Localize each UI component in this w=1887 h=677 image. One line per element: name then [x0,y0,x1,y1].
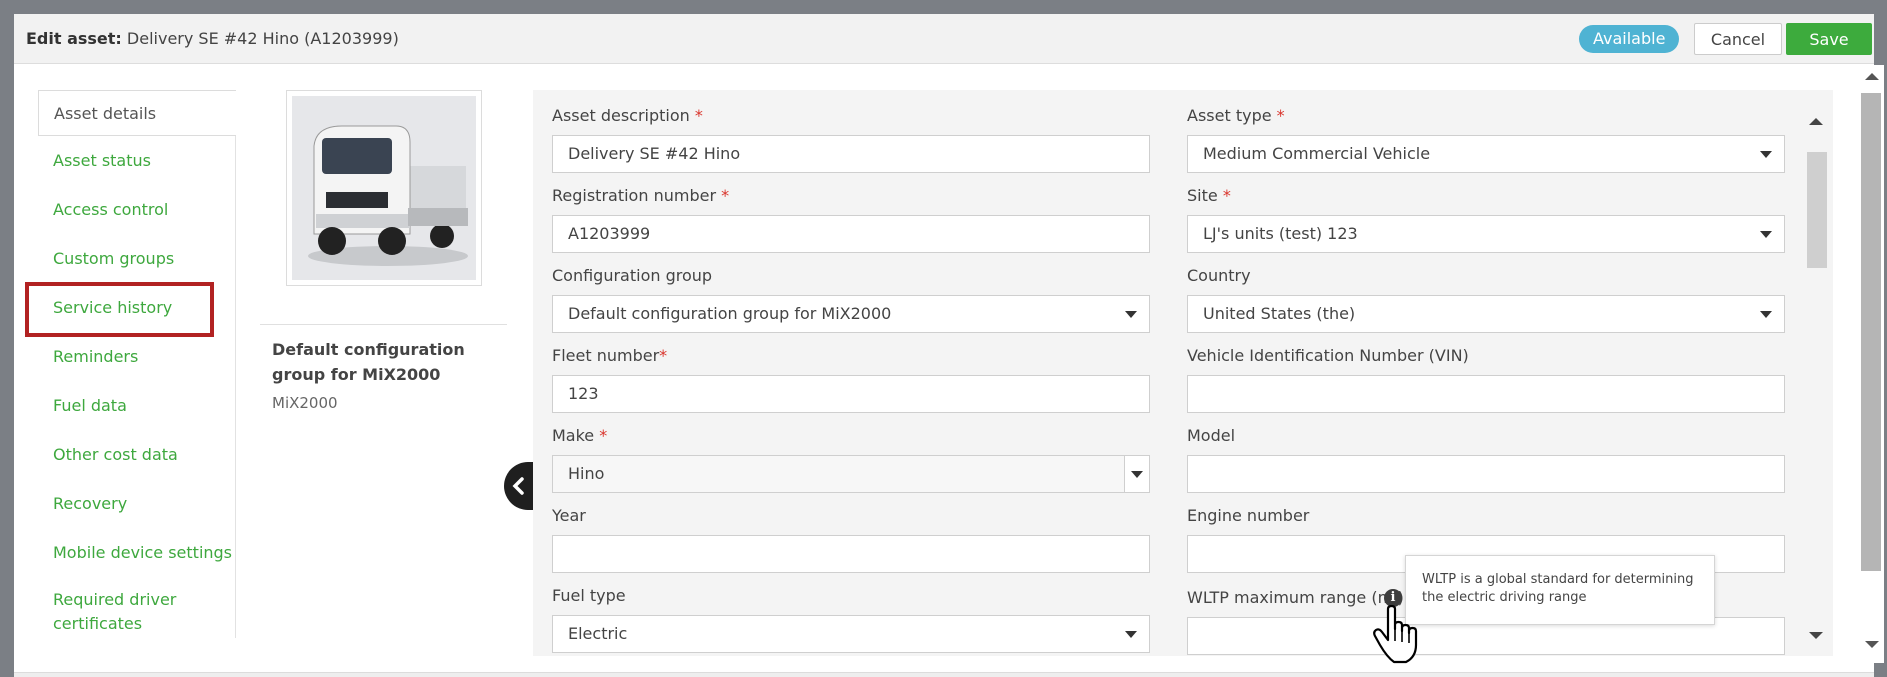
asset-type-label: Asset type * [1187,106,1285,125]
form-scroll-thumb[interactable] [1807,152,1827,268]
page-title-value: Delivery SE #42 Hino (A1203999) [126,29,399,48]
nav-asset-status[interactable]: Asset status [38,138,236,184]
country-select[interactable]: United States (the) [1187,295,1785,333]
chevron-down-icon [1760,231,1772,238]
chevron-down-icon [1131,471,1143,478]
scroll-down-icon[interactable] [1865,641,1879,648]
save-button[interactable]: Save [1786,23,1872,55]
page-title: Edit asset: Delivery SE #42 Hino (A12039… [26,29,399,48]
nav-recovery[interactable]: Recovery [38,481,236,527]
site-label: Site * [1187,186,1231,205]
site-select[interactable]: LJ's units (test) 123 [1187,215,1785,253]
service-history-highlight [25,282,214,337]
nav-reminders[interactable]: Reminders [38,334,236,380]
page-scrollbar[interactable] [1859,65,1884,663]
form-scrollbar[interactable] [1805,112,1829,652]
nav-asset-details[interactable]: Asset details [38,90,236,136]
nav-custom-groups[interactable]: Custom groups [38,236,236,282]
engine-number-label: Engine number [1187,506,1310,525]
nav-other-cost-data[interactable]: Other cost data [38,432,236,478]
chevron-left-icon [512,477,524,495]
chevron-down-icon [1125,631,1137,638]
asset-side-nav: Asset details Asset status Access contro… [38,90,236,638]
configuration-group-select[interactable]: Default configuration group for MiX2000 [552,295,1150,333]
nav-mobile-device-settings[interactable]: Mobile device settings [38,530,236,576]
page-title-label: Edit asset: [26,29,122,48]
page-scroll-thumb[interactable] [1861,93,1881,571]
year-input[interactable] [552,535,1150,573]
cancel-button[interactable]: Cancel [1694,23,1782,55]
nav-required-driver-certificates[interactable]: Required driver certificates [38,586,228,633]
chevron-down-icon [1760,311,1772,318]
chevron-down-icon [1125,311,1137,318]
status-badge: Available [1579,25,1680,53]
country-label: Country [1187,266,1251,285]
fleet-number-input[interactable]: 123 [552,375,1150,413]
configuration-group-label: Configuration group [552,266,713,285]
wltp-tooltip: WLTP is a global standard for determinin… [1405,555,1715,625]
thumbnail-divider [260,324,507,325]
registration-number-input[interactable]: A1203999 [552,215,1150,253]
scroll-down-icon[interactable] [1809,632,1823,639]
fuel-type-label: Fuel type [552,586,626,605]
model-label: Model [1187,426,1236,445]
registration-number-label: Registration number * [552,186,730,205]
asset-image-frame[interactable] [286,90,482,286]
make-dropdown-button[interactable] [1124,456,1149,492]
modal-footer [14,672,1874,677]
fleet-number-label: Fleet number* [552,346,668,365]
asset-description-input[interactable]: Delivery SE #42 Hino [552,135,1150,173]
hand-pointer-icon [1373,605,1418,664]
vin-label: Vehicle Identification Number (VIN) [1187,346,1469,365]
asset-truck-image [292,96,476,280]
make-label: Make * [552,426,608,445]
nav-access-control[interactable]: Access control [38,187,236,233]
fuel-type-select[interactable]: Electric [552,615,1150,653]
year-label: Year [552,506,586,525]
scroll-up-icon[interactable] [1809,118,1823,125]
vin-input[interactable] [1187,375,1785,413]
nav-fuel-data[interactable]: Fuel data [38,383,236,429]
make-combobox[interactable]: Hino [552,455,1150,493]
model-input[interactable] [1187,455,1785,493]
chevron-down-icon [1760,151,1772,158]
scroll-up-icon[interactable] [1865,73,1879,80]
config-group-title: Default configuration group for MiX2000 [272,340,465,384]
config-group-device: MiX2000 [272,394,338,412]
asset-type-select[interactable]: Medium Commercial Vehicle [1187,135,1785,173]
modal-header: Edit asset: Delivery SE #42 Hino (A12039… [14,14,1874,64]
asset-description-label: Asset description * [552,106,703,125]
